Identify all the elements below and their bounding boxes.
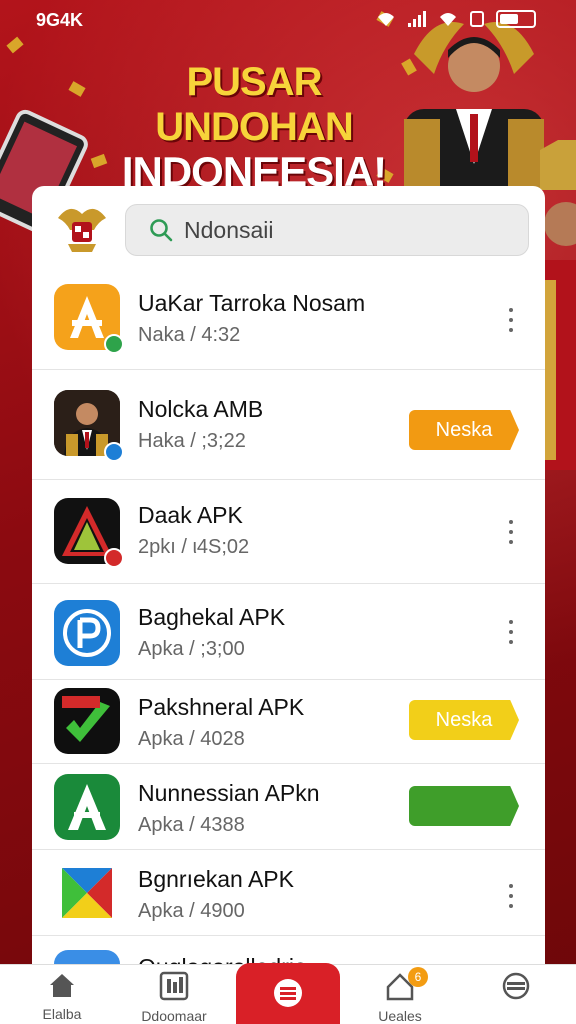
more-menu-icon[interactable] xyxy=(507,884,515,908)
search-icon xyxy=(150,219,173,242)
install-button[interactable] xyxy=(409,786,519,826)
app-name: Daak APK xyxy=(138,502,243,528)
app-name: Baghekal APK xyxy=(138,604,286,630)
list-item[interactable]: Daak APK 2pkı / ι4S;02 xyxy=(32,480,545,584)
bottom-navigation: Elalba Ddoomaar 6 Ueales xyxy=(0,963,576,1024)
nav-center-button[interactable] xyxy=(236,963,340,1024)
app-meta: Apka / ;3;00 xyxy=(138,638,245,660)
app-name: UaKar Tarroka Nosam xyxy=(138,290,366,316)
wifi-icon xyxy=(440,13,456,26)
app-list: UaKar Tarroka Nosam Naka / 4:32 Nolcka A… xyxy=(32,266,545,986)
install-button[interactable]: Neska xyxy=(409,700,519,740)
app-meta: Apka / 4900 xyxy=(138,900,245,922)
list-item[interactable]: Bgnrıekan APK Apka / 4900 xyxy=(32,850,545,936)
play-logo-icon xyxy=(54,860,120,926)
app-meta: Apka / 4388 xyxy=(138,814,245,836)
verified-badge-icon xyxy=(104,334,124,354)
search-bar[interactable]: Ndonsaii xyxy=(125,204,529,256)
status-badge-icon xyxy=(104,548,124,568)
status-bar: 9G4K xyxy=(0,0,576,40)
list-item[interactable]: Baghekal APK Apka / ;3;00 xyxy=(32,584,545,680)
nav-updates[interactable]: 6 Ueales xyxy=(350,967,450,1024)
more-menu-icon[interactable] xyxy=(507,520,515,544)
list-item[interactable]: Nunnessian APkn Apka / 4388 xyxy=(32,764,545,850)
more-menu-icon[interactable] xyxy=(507,308,515,332)
headline-line-1: PUSAR UNDOHAN xyxy=(155,60,353,149)
app-name: Nolcka AMB xyxy=(138,396,264,422)
grid-icon xyxy=(159,971,189,1001)
carrier-label: 9G4K xyxy=(36,10,84,30)
app-list-card: Ndonsaii UaKar Tarroka Nosam Naka / 4:32… xyxy=(32,186,545,986)
list-item[interactable]: UaKar Tarroka Nosam Naka / 4:32 xyxy=(32,266,545,370)
app-name: Pakshneral APK xyxy=(138,694,305,720)
app-meta: Apka / 4028 xyxy=(138,728,245,750)
nav-downloads[interactable]: Ddoomaar xyxy=(124,971,224,1024)
app-meta: 2pkı / ι4S;02 xyxy=(138,536,250,558)
nav-label: Elalba xyxy=(42,1006,82,1022)
more-menu-icon[interactable] xyxy=(507,620,515,644)
person-illustration-side xyxy=(540,140,576,470)
person-illustration xyxy=(404,22,544,189)
green-a-icon xyxy=(54,774,120,840)
download-badge-icon xyxy=(104,442,124,462)
menu-icon xyxy=(274,979,302,1007)
notification-badge: 6 xyxy=(408,967,428,987)
check-logo-icon xyxy=(54,688,120,754)
signal-icon xyxy=(408,11,426,27)
sim-icon xyxy=(470,11,484,27)
battery-icon xyxy=(496,10,536,28)
nav-more[interactable] xyxy=(466,971,566,1008)
banner-headline: PUSAR UNDOHAN INDONEESIA! xyxy=(104,60,404,196)
nav-label: Ueales xyxy=(378,1008,422,1024)
stack-icon xyxy=(502,972,530,1000)
nav-home[interactable]: Elalba xyxy=(12,971,112,1022)
list-item[interactable]: Nolcka AMB Haka / ;3;22 Neska xyxy=(32,370,545,480)
app-name: Bgnrıekan APK xyxy=(138,866,294,892)
app-meta: Naka / 4:32 xyxy=(138,324,241,346)
install-button[interactable]: Neska xyxy=(409,410,519,450)
search-input[interactable]: Ndonsaii xyxy=(184,217,274,244)
nav-label: Ddoomaar xyxy=(141,1008,207,1024)
p-logo-icon xyxy=(54,600,120,666)
app-meta: Haka / ;3;22 xyxy=(138,430,246,452)
home-icon xyxy=(50,974,74,997)
garuda-emblem-icon xyxy=(58,208,106,252)
list-item[interactable]: Pakshneral APK Apka / 4028 Neska xyxy=(32,680,545,764)
wifi-icon xyxy=(378,13,394,26)
app-name: Nunnessian APkn xyxy=(138,780,320,806)
